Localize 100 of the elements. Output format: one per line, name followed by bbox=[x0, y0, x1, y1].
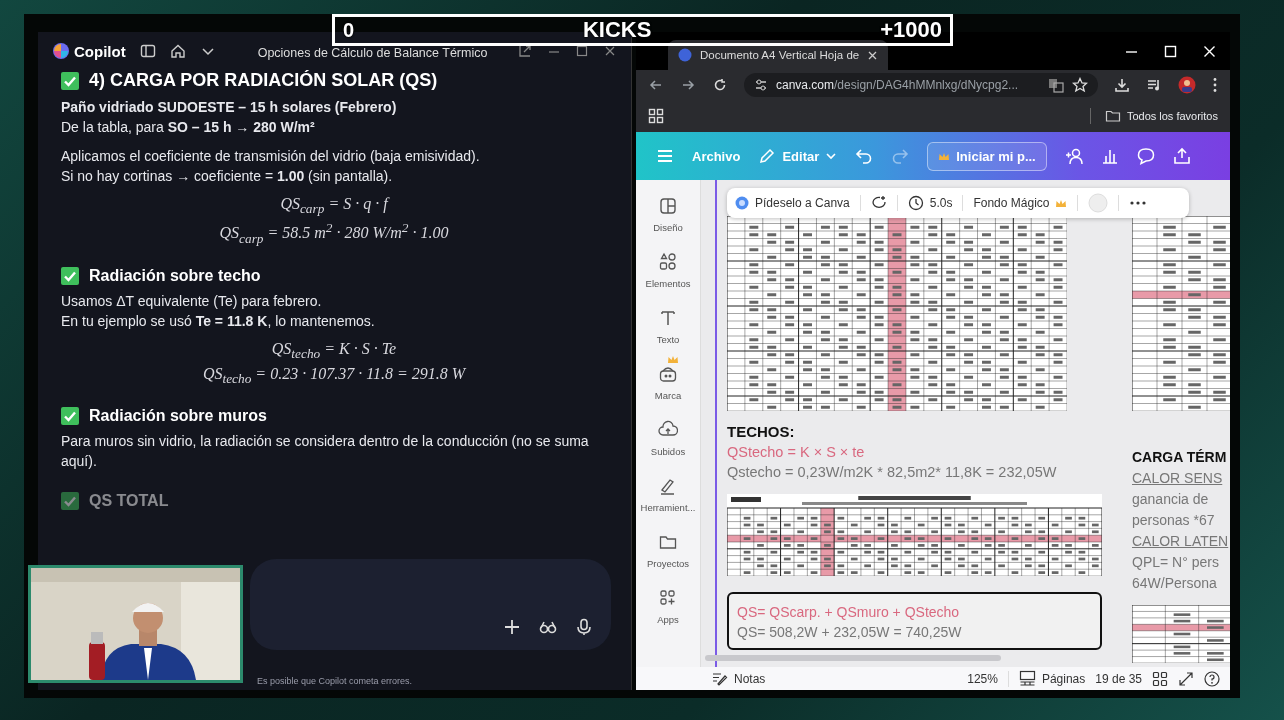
brand-icon bbox=[658, 364, 678, 384]
page-counter: 19 de 35 bbox=[1095, 671, 1142, 686]
undo-icon[interactable] bbox=[855, 147, 874, 165]
grid-view-icon[interactable] bbox=[1152, 670, 1168, 687]
plus-icon[interactable] bbox=[503, 618, 521, 636]
tune-icon[interactable] bbox=[754, 77, 768, 93]
chat-input-field[interactable] bbox=[250, 559, 611, 650]
text-icon bbox=[658, 308, 678, 328]
body-text: Qstecho = 0,23W/m2K * 82,5m2* 11,8K = 232,05W bbox=[727, 464, 1058, 480]
copilot-logo-icon bbox=[52, 42, 70, 60]
canva-favicon-icon bbox=[678, 48, 692, 62]
pencil-icon bbox=[758, 147, 777, 165]
help-icon[interactable] bbox=[1204, 670, 1220, 687]
sidebar-item[interactable]: Texto bbox=[656, 308, 680, 345]
body-text: personas *67 bbox=[1132, 512, 1216, 528]
duration-button[interactable]: 5.0s bbox=[907, 195, 953, 211]
close-icon[interactable] bbox=[867, 49, 879, 61]
paragraph-line: Paño vidriado SUDOESTE – 15 h solares (Febrero) bbox=[61, 98, 398, 117]
sidebar-item[interactable]: Herramient... bbox=[640, 476, 696, 513]
magic-background-button[interactable]: Fondo Mágico bbox=[973, 196, 1068, 210]
chart-icon[interactable] bbox=[1100, 147, 1119, 165]
paragraph-line: Si no hay cortinas → coeficiente = 1.00 (sin pantalla). bbox=[61, 167, 394, 186]
media-icon[interactable] bbox=[1146, 77, 1162, 93]
apps-grid-icon[interactable] bbox=[648, 108, 664, 124]
upgrade-button[interactable]: Iniciar mi p... bbox=[927, 141, 1047, 171]
sidebar-item[interactable]: Marca bbox=[654, 364, 682, 401]
body-text: 64W/Persona bbox=[1132, 575, 1218, 591]
sidebar-item[interactable]: Proyectos bbox=[646, 532, 690, 569]
maximize-icon[interactable] bbox=[575, 44, 589, 58]
clock-icon bbox=[907, 195, 924, 211]
paragraph-line: Para muros sin vidrio, la radiación se considera dentro de la conducción (no se suma aquí). bbox=[61, 432, 590, 472]
canva-ai-icon bbox=[735, 196, 749, 210]
translate-icon[interactable] bbox=[1048, 77, 1064, 93]
math-formula: QS$_{carp}$ = 58.5 m$^{2}$ · 280 W/m$^{2}$ · 1.00 bbox=[219, 220, 449, 247]
kick-goal: +1000 bbox=[880, 17, 942, 43]
disclaimer-text: Es posible que Copilot cometa errores. bbox=[255, 675, 414, 688]
apps-icon bbox=[658, 588, 678, 608]
check-icon bbox=[61, 266, 79, 285]
underlined-heading: CALOR SENS bbox=[1132, 470, 1224, 486]
subsection-heading: Radiación sobre techo bbox=[89, 266, 261, 285]
comment-icon[interactable] bbox=[1136, 147, 1155, 165]
math-formula: QS$_{techo}$ = K · S · Te bbox=[271, 339, 397, 362]
math-formula: QS$_{techo}$ = 0.23 · 107.37 · 11.8 = 291.8 W bbox=[202, 364, 466, 388]
close-icon[interactable] bbox=[603, 44, 617, 58]
color-swatch-icon[interactable] bbox=[1088, 193, 1109, 213]
fullscreen-icon[interactable] bbox=[1178, 670, 1194, 687]
browser-tab[interactable]: Documento A4 Vertical Hoja de bbox=[668, 40, 889, 70]
download-icon[interactable] bbox=[1114, 77, 1130, 93]
check-icon bbox=[61, 407, 79, 426]
pages-button[interactable]: Páginas bbox=[1018, 670, 1086, 687]
ask-canva-button[interactable]: Pídeselo a Canva bbox=[735, 196, 850, 210]
paragraph-line: En tu ejemplo se usó Te = 11.8 K, lo mantenemos. bbox=[61, 311, 376, 331]
horizontal-scrollbar[interactable] bbox=[705, 655, 1001, 661]
body-text: ganancia de bbox=[1132, 491, 1210, 507]
body-text: QPL= N° pers bbox=[1132, 554, 1220, 570]
home-icon[interactable] bbox=[169, 43, 186, 59]
body-text: QS= 508,2W + 232,05W = 740,25W bbox=[737, 624, 963, 640]
microphone-icon[interactable] bbox=[575, 618, 593, 636]
pages-icon bbox=[1018, 670, 1036, 687]
sidebar-item[interactable]: Apps bbox=[657, 588, 679, 625]
paragraph-line: Usamos ΔT equivalente (Te) para febrero. bbox=[61, 291, 323, 311]
people-icon[interactable] bbox=[1064, 147, 1083, 165]
popout-icon[interactable] bbox=[517, 43, 533, 59]
share-icon[interactable] bbox=[1172, 147, 1191, 165]
star-icon[interactable] bbox=[1072, 77, 1088, 93]
crown-icon bbox=[667, 354, 680, 365]
layout-icon bbox=[658, 196, 678, 216]
more-icon[interactable] bbox=[1129, 200, 1148, 206]
close-icon[interactable] bbox=[1203, 44, 1216, 58]
more-icon[interactable] bbox=[1212, 77, 1218, 93]
bookmarks-folder[interactable]: Todos los favoritos bbox=[1104, 108, 1218, 124]
heading-text: TECHOS: bbox=[727, 423, 796, 440]
window-title: Opciones de Cálculo de Balance Térmico bbox=[257, 46, 488, 60]
kick-count: 0 bbox=[343, 18, 355, 42]
check-icon bbox=[61, 492, 79, 511]
shapes-icon bbox=[658, 252, 678, 272]
address-bar[interactable]: canva.com/design/DAG4hMMnlxg/dNycpg2... bbox=[744, 73, 1098, 97]
check-icon bbox=[61, 71, 79, 90]
formula-text: QStecho = K × S × te bbox=[727, 444, 866, 460]
kicks-title: KICKS bbox=[582, 17, 652, 43]
section-heading: 4) CARGA POR RADIACIÓN SOLAR (QS) bbox=[89, 70, 438, 91]
zoom-level[interactable]: 125% bbox=[967, 671, 998, 686]
paragraph-line: Aplicamos el coeficiente de transmisión del vidrio (baja emisividad). bbox=[61, 147, 481, 166]
notes-button[interactable]: Notas bbox=[712, 670, 766, 687]
paragraph-line: De la tabla, para SO – 15 h → 280 W/m² bbox=[61, 118, 316, 137]
sidebar-item[interactable]: Diseño bbox=[653, 196, 683, 233]
math-formula: QS$_{carp}$ = S · q · f bbox=[280, 195, 388, 218]
reload-icon[interactable] bbox=[712, 77, 728, 93]
sidebar-item[interactable]: Subidos bbox=[650, 420, 686, 457]
avatar-icon[interactable] bbox=[1178, 76, 1196, 94]
folder-icon bbox=[1104, 108, 1121, 124]
subsection-heading: Radiación sobre muros bbox=[89, 407, 267, 426]
tab-title: Documento A4 Vertical Hoja de bbox=[700, 49, 860, 61]
sidebar-icon[interactable] bbox=[139, 43, 156, 59]
underlined-heading: CALOR LATEN bbox=[1132, 533, 1230, 549]
url-text: canva.com/design/DAG4hMMnlxg/dNycpg2... bbox=[776, 78, 1019, 92]
sidebar-item[interactable]: Elementos bbox=[645, 252, 691, 289]
subsection-heading: QS TOTAL bbox=[89, 492, 169, 511]
chevron-down-icon bbox=[825, 150, 838, 162]
animate-icon[interactable] bbox=[870, 195, 887, 211]
